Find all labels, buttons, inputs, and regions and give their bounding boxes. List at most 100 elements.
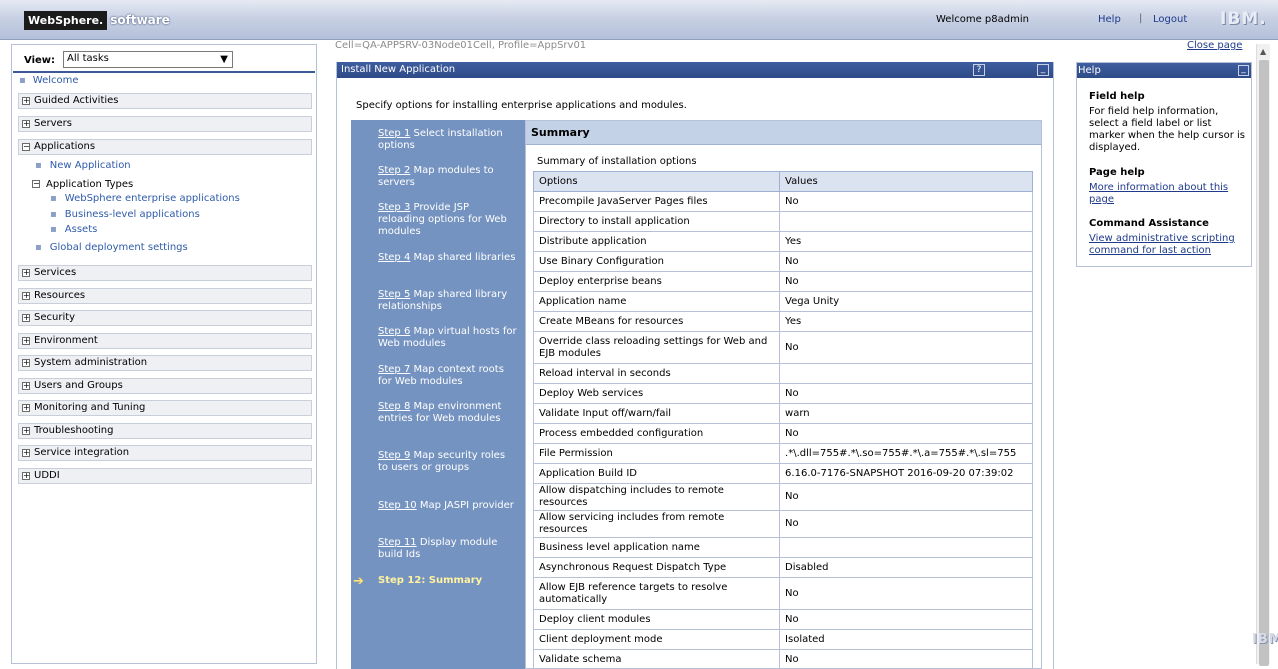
option-cell: Allow dispatching includes to remote res… xyxy=(532,483,781,511)
brand-primary: WebSphere. xyxy=(24,10,108,30)
wizard-step-7: Step 7 Map context roots for Web modules xyxy=(378,364,518,388)
nav-category-label: Users and Groups xyxy=(34,380,123,391)
page-help-link[interactable]: More information about this page xyxy=(1089,182,1249,206)
nav-category-security[interactable]: + Security xyxy=(18,310,312,326)
table-row: Override class reloading settings for We… xyxy=(532,331,1033,364)
expand-icon[interactable]: + xyxy=(22,427,30,435)
field-help-heading: Field help xyxy=(1089,91,1145,102)
expand-icon[interactable]: + xyxy=(22,449,30,457)
nav-category-guided-activities[interactable]: + Guided Activities xyxy=(18,93,312,109)
table-header-row: Options Values xyxy=(532,171,1033,192)
step-link[interactable]: Step 2 xyxy=(378,165,410,176)
option-cell: Client deployment mode xyxy=(532,629,781,650)
value-cell: Disabled xyxy=(779,557,1033,578)
nav-category-service-integration[interactable]: + Service integration xyxy=(18,445,312,461)
bullet-icon: ▪ xyxy=(35,242,42,253)
nav-category-servers[interactable]: + Servers xyxy=(18,116,312,132)
table-row: Allow servicing includes from remote res… xyxy=(532,510,1033,538)
ibm-footer-logo: IBM. xyxy=(1252,632,1278,647)
step-link[interactable]: Step 11 xyxy=(378,537,417,548)
view-select-value: All tasks xyxy=(67,53,109,64)
nav-category-uddi[interactable]: + UDDI xyxy=(18,468,312,484)
expand-icon[interactable]: + xyxy=(22,97,30,105)
step-link[interactable]: Step 1 xyxy=(378,128,410,139)
option-cell: Asynchronous Request Dispatch Type xyxy=(532,557,781,578)
value-cell: Yes xyxy=(779,231,1033,252)
nav-global-deployment-settings[interactable]: ▪ Global deployment settings xyxy=(35,242,188,253)
expand-icon[interactable]: + xyxy=(22,120,30,128)
logout-link[interactable]: Logout xyxy=(1153,14,1187,25)
step-description: Map shared libraries xyxy=(410,252,516,263)
table-row: Create MBeans for resources Yes xyxy=(532,311,1033,332)
nav-category-troubleshooting[interactable]: + Troubleshooting xyxy=(18,423,312,439)
value-cell: Isolated xyxy=(779,629,1033,650)
nav-welcome-link[interactable]: ▪ Welcome xyxy=(19,75,79,86)
nav-websphere-enterprise-applications[interactable]: ▪ WebSphere enterprise applications xyxy=(50,193,240,204)
expand-icon[interactable]: + xyxy=(22,472,30,480)
close-page-link[interactable]: Close page xyxy=(1187,40,1242,51)
panel-minimize-button[interactable]: _ xyxy=(1037,64,1049,76)
wizard-step-1: Step 1 Select installation options xyxy=(378,128,518,152)
nav-category-system-administration[interactable]: + System administration xyxy=(18,355,312,371)
nav-category-label: Environment xyxy=(34,335,98,346)
table-row: Deploy enterprise beans No xyxy=(532,271,1033,292)
nav-business-level-applications[interactable]: ▪ Business-level applications xyxy=(50,209,200,220)
help-panel: Help _ Field help For field help informa… xyxy=(1076,62,1252,267)
value-cell: No xyxy=(779,649,1033,669)
step-link[interactable]: Step 4 xyxy=(378,252,410,263)
option-cell: Validate Input off/warn/fail xyxy=(532,403,781,424)
panel-title-bar: Install New Application ? _ xyxy=(337,62,1053,78)
wizard-step-12-current: Step 12: Summary xyxy=(378,575,483,586)
nav-category-applications[interactable]: − Applications xyxy=(18,139,312,155)
bullet-icon: ▪ xyxy=(50,209,57,220)
expand-icon[interactable]: + xyxy=(22,382,30,390)
wizard-step-8: Step 8 Map environment entries for Web m… xyxy=(378,401,518,425)
nav-assets[interactable]: ▪ Assets xyxy=(50,224,97,235)
collapse-icon[interactable]: − xyxy=(22,143,30,151)
help-link[interactable]: Help xyxy=(1098,14,1121,25)
command-assistance-link[interactable]: View administrative scripting command fo… xyxy=(1089,233,1249,257)
value-cell: No xyxy=(779,423,1033,444)
value-cell xyxy=(779,363,1033,384)
panel-help-button[interactable]: ? xyxy=(973,64,985,76)
expand-icon[interactable]: + xyxy=(22,359,30,367)
expand-icon[interactable]: + xyxy=(22,404,30,412)
expand-icon[interactable]: + xyxy=(22,269,30,277)
step-description: Map JASPI provider xyxy=(416,500,514,511)
value-cell: No xyxy=(779,383,1033,404)
expand-icon[interactable]: + xyxy=(22,314,30,322)
option-cell: Deploy client modules xyxy=(532,609,781,630)
nav-application-types-label: Application Types xyxy=(46,179,134,190)
help-minimize-button[interactable]: _ xyxy=(1238,65,1249,76)
step-link[interactable]: Step 7 xyxy=(378,364,410,375)
nav-category-users-and-groups[interactable]: + Users and Groups xyxy=(18,378,312,394)
nav-category-services[interactable]: + Services xyxy=(18,265,312,281)
table-row: Validate schema No xyxy=(532,649,1033,669)
view-select[interactable]: All tasks ▼ xyxy=(63,51,233,68)
nav-application-types[interactable]: − Application Types xyxy=(32,179,133,190)
value-cell: No xyxy=(779,271,1033,292)
wizard-step-4: Step 4 Map shared libraries xyxy=(378,252,518,264)
summary-panel: Summary Summary of installation options … xyxy=(525,120,1042,669)
expand-icon[interactable]: + xyxy=(22,292,30,300)
step-link[interactable]: Step 6 xyxy=(378,326,410,337)
nav-category-label: Resources xyxy=(34,290,86,301)
step-link[interactable]: Step 5 xyxy=(378,289,410,300)
step-link[interactable]: Step 9 xyxy=(378,450,410,461)
nav-category-resources[interactable]: + Resources xyxy=(18,288,312,304)
nav-new-application[interactable]: ▪ New Application xyxy=(35,160,131,171)
expand-icon[interactable]: + xyxy=(22,337,30,345)
nav-category-label: Applications xyxy=(34,141,96,152)
nav-category-environment[interactable]: + Environment xyxy=(18,333,312,349)
collapse-icon[interactable]: − xyxy=(32,180,40,188)
step-link[interactable]: Step 8 xyxy=(378,401,410,412)
option-cell: Allow servicing includes from remote res… xyxy=(532,510,781,538)
scrollbar-thumb[interactable] xyxy=(1259,60,1269,666)
vertical-scrollbar[interactable]: ▲ xyxy=(1256,44,1270,666)
step-link[interactable]: Step 10 xyxy=(378,500,417,511)
nav-category-monitoring-and-tuning[interactable]: + Monitoring and Tuning xyxy=(18,400,312,416)
step-link[interactable]: Step 3 xyxy=(378,202,410,213)
welcome-user: Welcome p8admin xyxy=(936,14,1029,25)
wizard-step-5: Step 5 Map shared library relationships xyxy=(378,289,518,313)
scroll-up-icon[interactable]: ▲ xyxy=(1260,47,1266,56)
